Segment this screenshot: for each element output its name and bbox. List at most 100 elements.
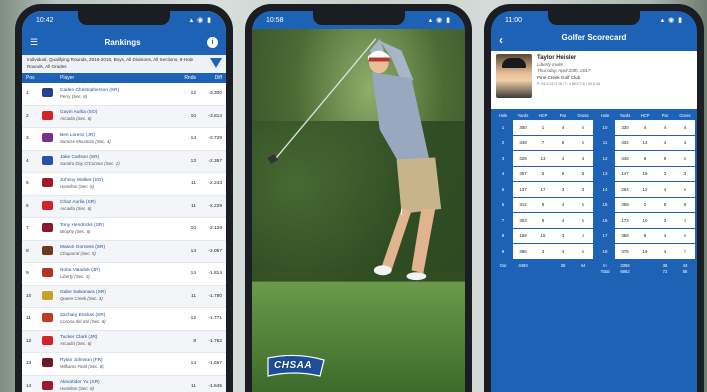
- page-title: Golfer Scorecard: [561, 33, 627, 42]
- player-school: Arcadia (Sec. 6): [60, 206, 92, 212]
- header-rnds: Rnds: [184, 75, 196, 81]
- player-school: Corona del Sol (Sec. 8): [60, 318, 106, 324]
- table-row[interactable]: 6 Chaz Aurlia (SR) Arcadia (Sec. 6) 11 -2.22…: [22, 195, 226, 218]
- scorecard-row: 8 169 15 3 4: [493, 228, 593, 243]
- rounds-count: 13: [190, 158, 196, 164]
- player-cell: Mason Gorness (SR) Chaparral (Sec. 5): [60, 245, 174, 257]
- school-logo-cell: [42, 200, 60, 212]
- filter-summary[interactable]: Individual, Qualifying Rounds, 2016-2018…: [22, 55, 226, 73]
- hole-number: 3: [493, 151, 513, 166]
- rounds-count: 8: [193, 338, 196, 344]
- score-cell: 5: [683, 202, 687, 208]
- score-cell: 5: [541, 171, 545, 177]
- score-cell: 3: [581, 186, 585, 192]
- differential: -3.814: [208, 113, 222, 119]
- school-logo-icon: [42, 268, 53, 278]
- table-row[interactable]: 8 Mason Gorness (SR) Chaparral (Sec. 5) 14 -…: [22, 240, 226, 263]
- rank-position: 12: [26, 338, 32, 344]
- player-cell: Gavin Aurlia (SO) Arcadia (Sec. 6): [60, 110, 174, 122]
- school-logo-cell: [42, 155, 60, 167]
- rank-position: 2: [26, 113, 29, 119]
- player-school: Sandra Day O'Connor (Sec. 2): [60, 161, 120, 167]
- player-cell: Alexander Yu (SR) Hamilton (Sec. 8): [60, 380, 174, 392]
- table-row[interactable]: 12 Tucker Clark (JR) Arcadia (Sec. 6) 8 -1.7…: [22, 330, 226, 353]
- rank-position: 13: [26, 361, 32, 367]
- rank-position: 4: [26, 158, 29, 164]
- table-row[interactable]: 11 Zachary Enslow (SR) Corona del Sol (Sec…: [22, 308, 226, 331]
- differential: -1.645: [208, 383, 222, 389]
- score-cell: 4: [683, 124, 687, 130]
- score-cell: 303: [519, 217, 527, 223]
- scorecard-row: 3 328 13 4 4: [493, 151, 593, 166]
- table-row[interactable]: 10 Gabe Salvanara (SR) Queen Creek (Sec. 3…: [22, 285, 226, 308]
- rank-position: 14: [26, 383, 32, 389]
- scorecard-screen: 11:00 ▴ ◉ ▮ ‹ Golfer Scorecard Taylor He…: [491, 11, 697, 392]
- score-cell: 16: [642, 248, 648, 254]
- totals-front: Out 3493 36 44: [493, 263, 593, 275]
- table-row[interactable]: 4 Jake Carlson (SR) Sandra Day O'Connor (S…: [22, 150, 226, 173]
- player-school: Sunrise Mountain (Sec. 4): [60, 138, 111, 144]
- school-logo-icon: [42, 313, 53, 323]
- table-row[interactable]: 1 Caden Christopherson (SR) Perry (Sec. 8)…: [22, 83, 226, 106]
- score-cell: 4: [643, 124, 647, 130]
- table-row[interactable]: 3 Ben Lorenz (JR) Sunrise Mountain (Sec. 4…: [22, 128, 226, 151]
- table-row[interactable]: 2 Gavin Aurlia (SO) Arcadia (Sec. 6) 10 -3.8…: [22, 105, 226, 128]
- total-cell: Total: [600, 268, 610, 274]
- score-cell: 10: [642, 217, 648, 223]
- score-cell: 4: [663, 124, 667, 130]
- rounds-count: 14: [190, 136, 196, 142]
- rankings-list: 1 Caden Christopherson (SR) Perry (Sec. 8)…: [22, 83, 226, 392]
- rank-position: 5: [26, 181, 29, 187]
- scorecard-row: 16 172 10 3 4: [595, 213, 695, 228]
- golfer-profile: Taylor Heisler Liberty Invite Thursday, …: [491, 51, 697, 109]
- score-cell: 5: [581, 202, 585, 208]
- filter-icon[interactable]: [210, 58, 222, 68]
- player-school: Williams Field (Sec. 8): [60, 363, 104, 369]
- total-cell: 86: [682, 268, 688, 274]
- hole-number: 7: [493, 213, 513, 228]
- school-logo-cell: [42, 110, 60, 122]
- differential: -1.780: [208, 293, 222, 299]
- info-icon[interactable]: i: [207, 36, 218, 48]
- score-cell: 264: [621, 186, 629, 192]
- table-row[interactable]: 14 Alexander Yu (SR) Hamilton (Sec. 8) 11 -1…: [22, 375, 226, 392]
- rank-position: 8: [26, 248, 29, 254]
- rounds-count: 10: [190, 226, 196, 232]
- score-cell: 330: [621, 124, 629, 130]
- school-logo-cell: [42, 380, 60, 392]
- score-cell: 4: [663, 233, 667, 239]
- hole-number: 4: [493, 166, 513, 181]
- rank-position: 11: [26, 316, 31, 322]
- phone-rankings: 10:42 ▴ ◉ ▮ ☰ Rankings i Individual, Qua…: [15, 4, 233, 392]
- school-logo-icon: [42, 380, 53, 390]
- hamburger-menu-icon[interactable]: ☰: [30, 37, 38, 48]
- table-row[interactable]: 9 Noba Valadok (JR) Liberty (Sec. 2) 14 -1.8…: [22, 263, 226, 286]
- golfer-info: Taylor Heisler Liberty Invite Thursday, …: [537, 54, 600, 106]
- player-school: Arcadia (Sec. 6): [60, 116, 92, 122]
- total-cell: 36: [560, 262, 566, 268]
- school-logo-cell: [42, 133, 60, 144]
- score-cell: 14: [642, 140, 648, 146]
- score-cell: 7: [683, 248, 687, 254]
- score-cell: 3: [683, 171, 687, 177]
- hole-number: 14: [595, 182, 615, 197]
- table-row[interactable]: 7 Tony Hendricks (SR) Brophy (Sec. 6) 10 -2.…: [22, 218, 226, 241]
- hole-number: 8: [493, 228, 513, 243]
- scorecard-row: 12 445 6 5 6: [595, 151, 695, 166]
- differential: -1.814: [208, 271, 222, 277]
- table-row[interactable]: 5 Johnny Walker (SO) Hamilton (Sec. 8) 11 -2…: [22, 173, 226, 196]
- score-cell: 328: [519, 155, 527, 161]
- player-cell: Noba Valadok (JR) Liberty (Sec. 2): [60, 268, 174, 280]
- school-logo-cell: [42, 178, 60, 189]
- score-cell: 17: [540, 186, 546, 192]
- status-icons: ▴ ◉ ▮: [660, 17, 683, 24]
- scorecard-row: 9 395 3 4 6: [493, 244, 593, 259]
- status-icons: ▴ ◉ ▮: [428, 17, 451, 24]
- score-cell: 4: [581, 155, 585, 161]
- school-logo-icon: [42, 335, 53, 345]
- rank-position: 3: [26, 136, 29, 142]
- table-row[interactable]: 13 Rylan Johnson (FR) Williams Field (Sec.…: [22, 353, 226, 376]
- rank-position: 1: [26, 91, 29, 97]
- score-cell: 5: [683, 186, 687, 192]
- player-cell: Jake Carlson (SR) Sandra Day O'Connor (Se…: [60, 155, 174, 167]
